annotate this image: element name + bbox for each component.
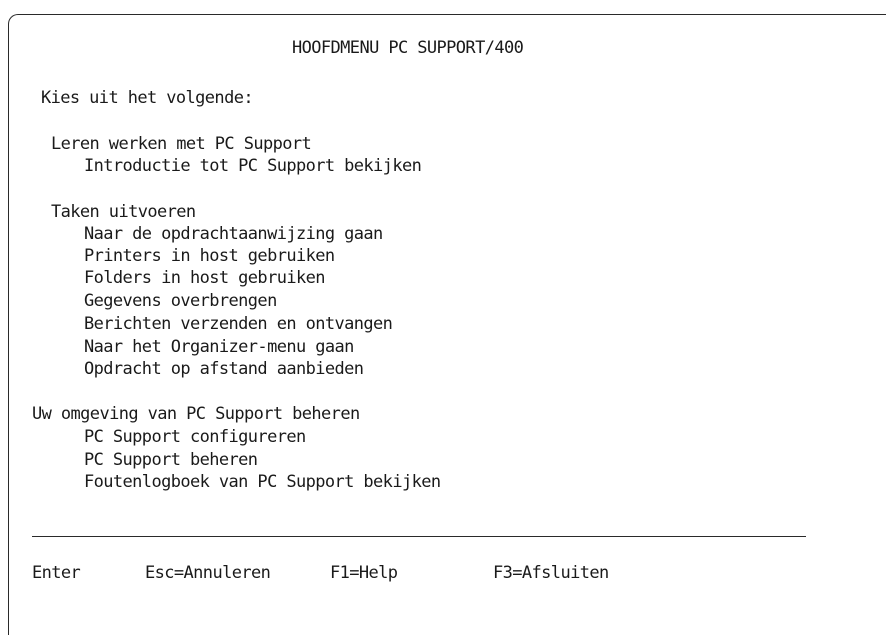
section-heading-leren: Leren werken met PC Support — [51, 134, 312, 154]
menu-item-folders[interactable]: Folders in host gebruiken — [84, 267, 325, 289]
menu-item-beheren[interactable]: PC Support beheren — [84, 449, 258, 471]
screen-title: HOOFDMENU PC SUPPORT/400 — [292, 38, 524, 58]
selection-prompt: Kies uit het volgende: — [41, 88, 254, 108]
menu-item-gegevens[interactable]: Gegevens overbrengen — [84, 290, 277, 312]
menu-item-configureren[interactable]: PC Support configureren — [84, 426, 306, 448]
cancel-key[interactable]: Esc=Annuleren — [145, 562, 271, 584]
enter-key[interactable]: Enter — [32, 562, 81, 584]
menu-item-foutenlogboek[interactable]: Foutenlogboek van PC Support bekijken — [84, 471, 441, 493]
menu-item-opdracht-afstand[interactable]: Opdracht op afstand aanbieden — [84, 358, 364, 380]
menu-item-berichten[interactable]: Berichten verzenden en ontvangen — [84, 313, 393, 335]
menu-item-organizer[interactable]: Naar het Organizer-menu gaan — [84, 336, 354, 358]
section-heading-omgeving: Uw omgeving van PC Support beheren — [32, 404, 360, 424]
section-heading-taken: Taken uitvoeren — [51, 202, 196, 222]
help-key[interactable]: F1=Help — [330, 562, 398, 584]
menu-item-introductie[interactable]: Introductie tot PC Support bekijken — [84, 155, 422, 177]
function-key-divider — [32, 536, 806, 537]
menu-item-opdrachtaanwijzing[interactable]: Naar de opdrachtaanwijzing gaan — [84, 223, 383, 245]
exit-key[interactable]: F3=Afsluiten — [493, 562, 609, 584]
menu-item-printers[interactable]: Printers in host gebruiken — [84, 245, 335, 267]
